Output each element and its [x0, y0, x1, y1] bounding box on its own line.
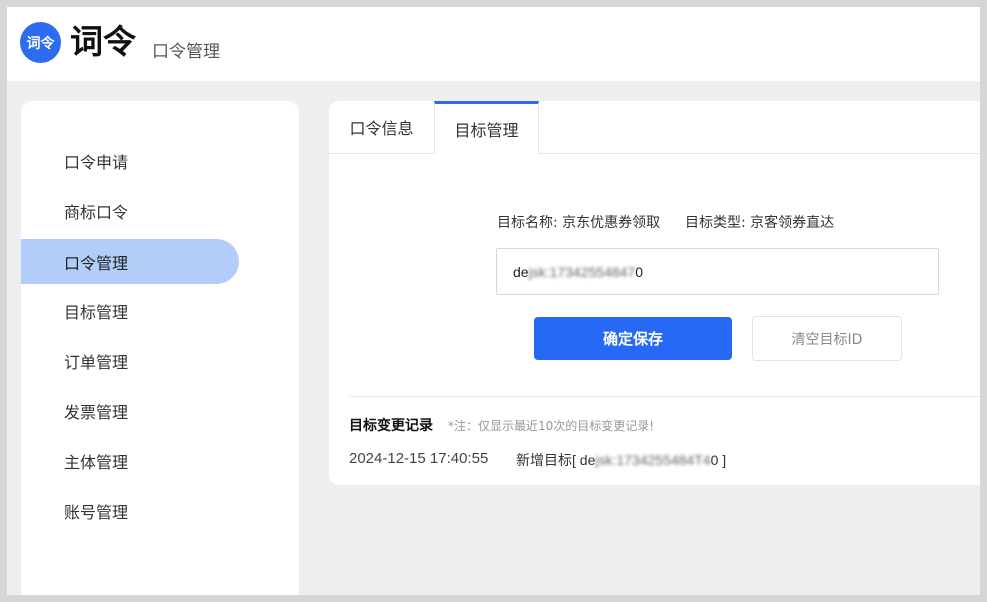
clear-target-id-button[interactable]: 清空目标ID [752, 316, 902, 361]
tab-command-info[interactable]: 口令信息 [329, 101, 434, 153]
sidebar: 口令申请 商标口令 口令管理 目标管理 订单管理 发票管理 主体管理 账号管理 [21, 101, 299, 595]
sidebar-item-command-manage[interactable]: 口令管理 [21, 239, 239, 284]
sidebar-item-account-manage[interactable]: 账号管理 [21, 488, 239, 533]
sidebar-item-entity-manage[interactable]: 主体管理 [21, 438, 239, 483]
sidebar-item-invoice-manage[interactable]: 发票管理 [21, 388, 239, 433]
main-panel: 口令信息 目标管理 目标名称: 京东优惠券领取 目标类型: 京客领券直达 de j… [329, 101, 980, 485]
history-note: *注：仅显示最近10次的目标变更记录! [448, 419, 655, 433]
tab-active-gap [435, 153, 538, 154]
target-id-input[interactable]: de jsk:17342554847 0 [496, 248, 939, 295]
page-subtitle: 口令管理 [152, 42, 220, 62]
history-entry-action: 新增目标[ dejsk:1734255484T40 ] [516, 450, 726, 470]
sidebar-item-command-apply[interactable]: 口令申请 [21, 138, 239, 183]
save-button[interactable]: 确定保存 [534, 317, 732, 360]
history-action-prefix: 新增目标[ de [516, 452, 596, 468]
history-action-redacted: jsk:1734255484T4 [595, 452, 711, 468]
logo-icon: 词令 [20, 22, 61, 63]
app-frame: 词令 词令 口令管理 口令申请 商标口令 口令管理 目标管理 订单管理 发票管理… [7, 7, 980, 595]
target-name-label: 目标名称: 京东优惠券领取 [497, 215, 661, 231]
section-divider [349, 396, 980, 397]
tab-divider [329, 153, 980, 154]
history-title: 目标变更记录 [349, 418, 433, 434]
target-id-suffix: 0 [635, 263, 644, 280]
target-id-redacted: jsk:17342554847 [528, 263, 636, 280]
target-type-label: 目标类型: 京客领券直达 [685, 215, 835, 231]
sidebar-item-trademark-command[interactable]: 商标口令 [21, 188, 239, 233]
sidebar-item-target-manage[interactable]: 目标管理 [21, 288, 239, 333]
history-entry-time: 2024-12-15 17:40:55 [349, 450, 489, 467]
history-action-suffix: 0 ] [710, 452, 727, 468]
tab-target-manage[interactable]: 目标管理 [434, 101, 539, 154]
top-header: 词令 词令 口令管理 [7, 7, 980, 81]
sidebar-item-order-manage[interactable]: 订单管理 [21, 338, 239, 383]
app-logo-text: 词令 [70, 22, 136, 61]
target-id-prefix: de [513, 263, 529, 280]
